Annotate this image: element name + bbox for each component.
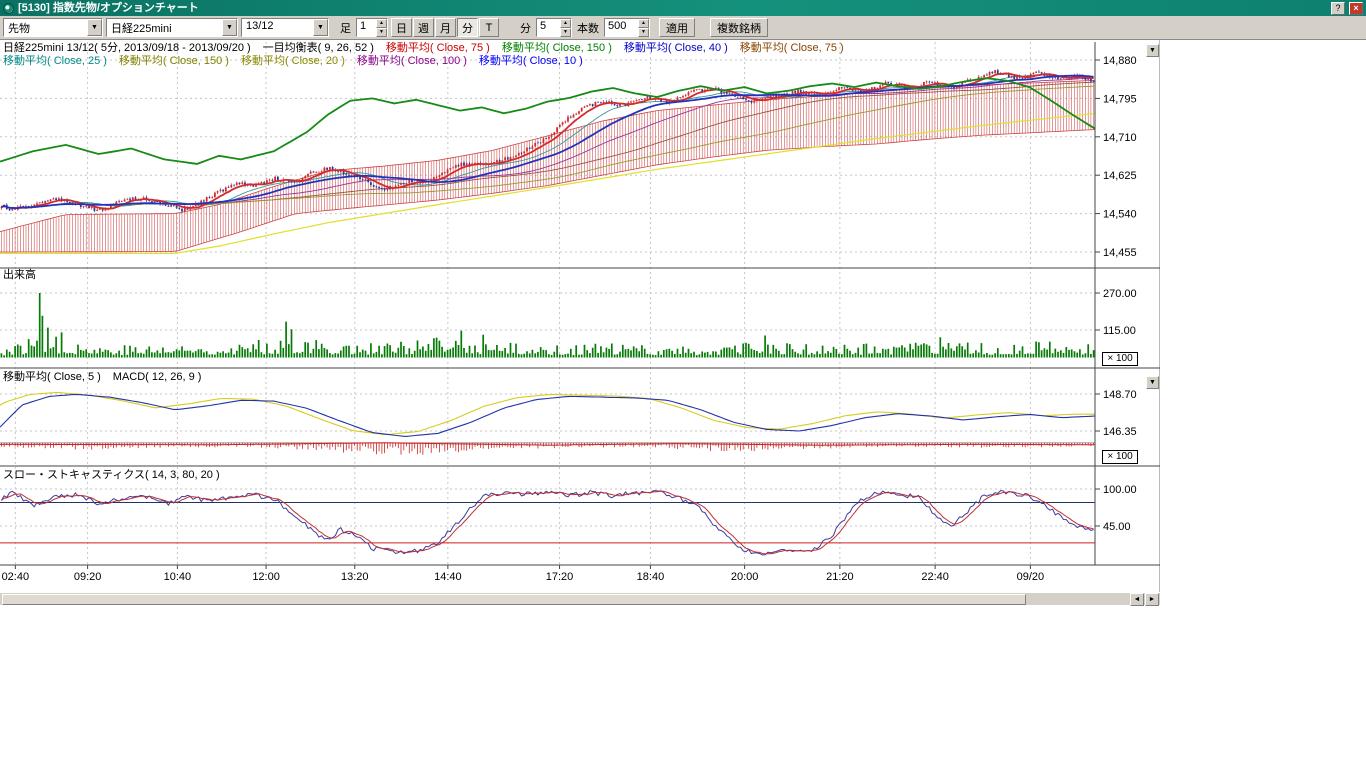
spin-down-icon[interactable]: ▼: [560, 28, 571, 37]
legend-item: 移動平均( Close, 75 ): [740, 42, 844, 54]
period-button-T[interactable]: T: [479, 18, 499, 37]
stoch-pane-label: スロー・ストキャスティクス( 14, 3, 80, 20 ): [3, 469, 220, 481]
toolbar: 先物 ▼ 日経225mini ▼ 13/12 ▼ 足 1 ▲▼ 日週月分T 分 …: [0, 16, 1366, 40]
contract-select-value: 13/12: [242, 19, 313, 36]
chart-area: 14,880 14,795 14,710 14,625 14,540 14,455 270.…: [0, 40, 1160, 592]
price-axis-label: 14,795: [1103, 93, 1137, 105]
time-axis-label: 09:20: [74, 571, 102, 583]
price-axis-label: 14,455: [1103, 247, 1137, 259]
period-button-月[interactable]: 月: [435, 18, 456, 37]
macd-multiplier-label: × 100: [1102, 450, 1138, 464]
window-title: [5130] 指数先物/オプションチャート: [18, 1, 1327, 15]
time-axis-label: 10:40: [164, 571, 192, 583]
period-button-group: 日週月分T: [391, 18, 499, 37]
time-axis-label: 02:40: [2, 571, 30, 583]
app-icon: [3, 3, 14, 14]
collapse-macd-pane-button[interactable]: ▼: [1146, 376, 1159, 389]
scroll-right-button[interactable]: ►: [1145, 593, 1159, 606]
spin-up-icon[interactable]: ▲: [638, 19, 649, 28]
legend-item: 日経225mini 13/12( 5分, 2013/09/18 - 2013/0…: [3, 42, 251, 54]
scrollbar-thumb[interactable]: [2, 594, 1026, 605]
legend-item: 移動平均( Close, 20 ): [241, 55, 345, 67]
minute-label: 分: [518, 20, 533, 36]
macd-axis-label: 146.35: [1103, 426, 1137, 438]
contract-select[interactable]: 13/12 ▼: [241, 18, 329, 37]
apply-button[interactable]: 適用: [659, 18, 695, 37]
time-axis-label: 13:20: [341, 571, 369, 583]
chevron-down-icon[interactable]: ▼: [87, 19, 102, 36]
spin-up-icon[interactable]: ▲: [376, 19, 387, 28]
multi-symbol-button[interactable]: 複数銘柄: [710, 18, 768, 37]
window-titlebar: [5130] 指数先物/オプションチャート ? ×: [0, 0, 1366, 16]
bars-label: 本数: [575, 20, 601, 36]
bars-input[interactable]: 500 ▲▼: [604, 18, 650, 37]
chart-legend-line2: 移動平均( Close, 25 ) 移動平均( Close, 150 ) 移動平均(…: [3, 55, 595, 67]
legend-item: 一目均衡表( 9, 26, 52 ): [263, 42, 374, 54]
bars-value: 500: [605, 19, 638, 36]
volume-pane-label: 出来高: [3, 269, 36, 281]
chevron-down-icon[interactable]: ▼: [222, 19, 237, 36]
price-axis-label: 14,880: [1103, 55, 1137, 67]
collapse-price-pane-button[interactable]: ▼: [1146, 44, 1159, 57]
spin-down-icon[interactable]: ▼: [376, 28, 387, 37]
legend-item: 移動平均( Close, 75 ): [386, 42, 490, 54]
symbol-select[interactable]: 日経225mini ▼: [106, 18, 238, 37]
volume-axis-label: 270.00: [1103, 288, 1137, 300]
spin-down-icon[interactable]: ▼: [638, 28, 649, 37]
chevron-down-icon[interactable]: ▼: [313, 19, 328, 36]
legend-item: 移動平均( Close, 10 ): [479, 55, 583, 67]
chart-legend-line1: 日経225mini 13/12( 5分, 2013/09/18 - 2013/0…: [3, 42, 856, 54]
period-button-週[interactable]: 週: [413, 18, 434, 37]
legend-item: 移動平均( Close, 25 ): [3, 55, 107, 67]
legend-item: MACD( 12, 26, 9 ): [113, 371, 202, 383]
legend-item: 移動平均( Close, 100 ): [357, 55, 467, 67]
time-axis-label: 14:40: [434, 571, 462, 583]
spin-up-icon[interactable]: ▲: [560, 19, 571, 28]
interval-value: 1: [357, 19, 376, 36]
period-button-分[interactable]: 分: [457, 18, 478, 37]
macd-pane-labels: 移動平均( Close, 5 ) MACD( 12, 26, 9 ): [3, 371, 213, 383]
volume-axis-label: 115.00: [1103, 325, 1136, 337]
ashi-label: 足: [338, 20, 353, 36]
symbol-select-value: 日経225mini: [107, 19, 222, 36]
chart-canvas[interactable]: 14,880 14,795 14,710 14,625 14,540 14,455 270.…: [0, 40, 1160, 592]
scroll-left-button[interactable]: ◄: [1130, 593, 1144, 606]
stoch-axis-label: 100.00: [1103, 484, 1137, 496]
app-window: [5130] 指数先物/オプションチャート ? × 先物 ▼ 日経225mini…: [0, 0, 1366, 768]
time-axis-label: 09/20: [1017, 571, 1045, 583]
minute-value: 5: [537, 19, 560, 36]
minute-input[interactable]: 5 ▲▼: [536, 18, 572, 37]
horizontal-scrollbar[interactable]: ◄ ►: [0, 592, 1160, 605]
category-select[interactable]: 先物 ▼: [3, 18, 103, 37]
legend-item: 移動平均( Close, 5 ): [3, 371, 101, 383]
volume-multiplier-label: × 100: [1102, 352, 1138, 366]
macd-axis-label: 148.70: [1103, 389, 1137, 401]
period-button-日[interactable]: 日: [391, 18, 412, 37]
category-select-value: 先物: [4, 19, 87, 36]
time-axis-label: 20:00: [731, 571, 759, 583]
time-axis-label: 18:40: [637, 571, 665, 583]
price-axis-label: 14,625: [1103, 170, 1137, 182]
help-button[interactable]: ?: [1331, 2, 1345, 15]
legend-item: 移動平均( Close, 150 ): [119, 55, 229, 67]
close-button[interactable]: ×: [1349, 2, 1363, 15]
legend-item: 移動平均( Close, 150 ): [502, 42, 612, 54]
price-axis-label: 14,710: [1103, 132, 1137, 144]
interval-input[interactable]: 1 ▲▼: [356, 18, 388, 37]
time-axis-label: 12:00: [252, 571, 280, 583]
time-axis-label: 22:40: [921, 571, 949, 583]
legend-item: 移動平均( Close, 40 ): [624, 42, 728, 54]
price-axis-label: 14,540: [1103, 209, 1137, 221]
stoch-axis-label: 45.00: [1103, 521, 1131, 533]
time-axis-label: 17:20: [546, 571, 574, 583]
time-axis-label: 21:20: [826, 571, 854, 583]
